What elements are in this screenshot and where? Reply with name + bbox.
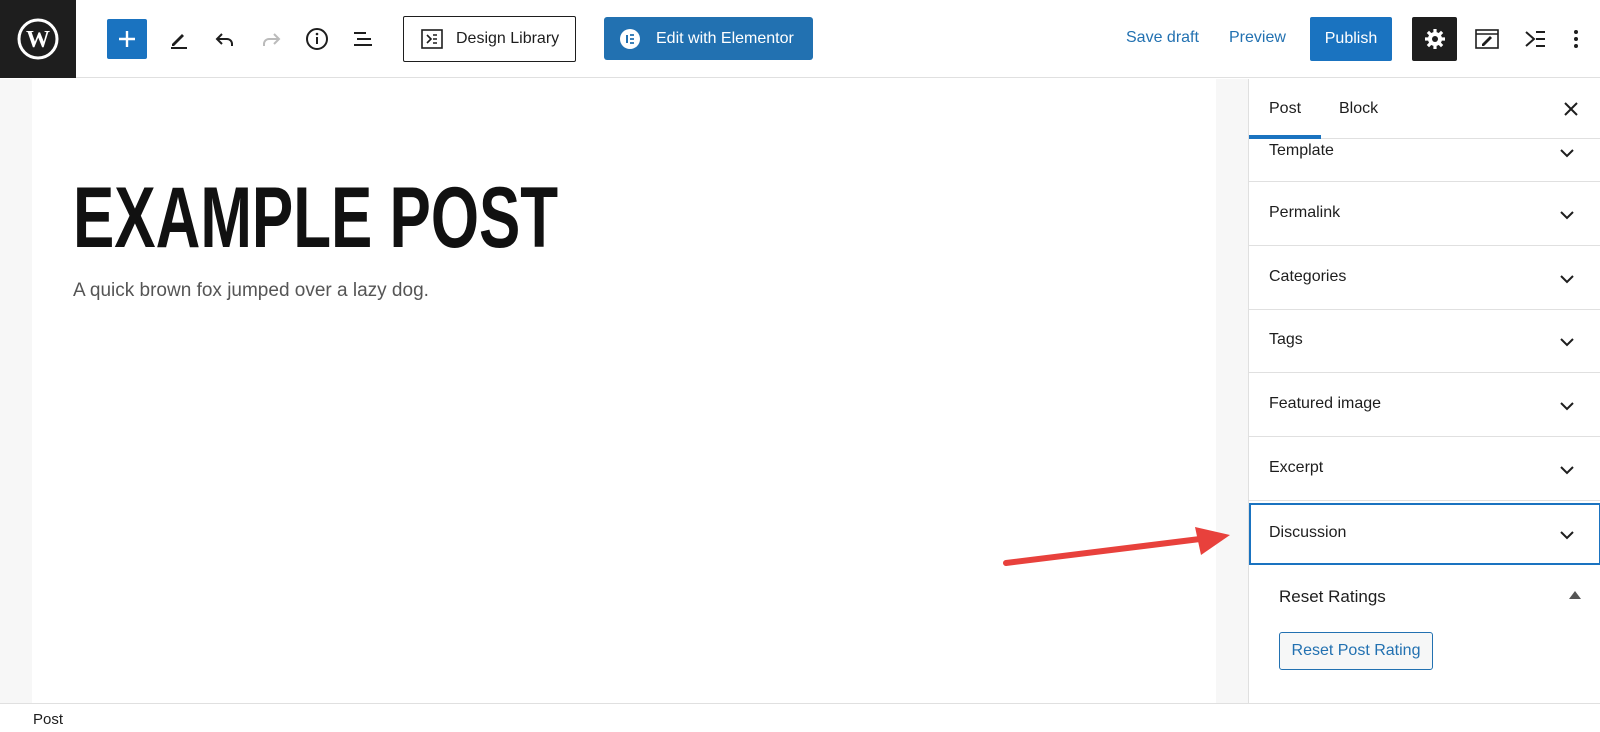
close-icon[interactable] xyxy=(1559,97,1583,121)
chevron-down-icon xyxy=(1560,211,1574,220)
design-library-button[interactable]: Design Library xyxy=(403,16,576,62)
editor-footer: Post xyxy=(0,703,1600,732)
tab-block[interactable]: Block xyxy=(1339,100,1378,118)
chevron-down-icon xyxy=(1560,402,1574,411)
edit-pencil-icon[interactable] xyxy=(159,19,199,59)
edit-with-elementor-button[interactable]: Edit with Elementor xyxy=(604,17,813,60)
chevron-down-icon xyxy=(1560,466,1574,475)
redo-icon[interactable] xyxy=(251,19,291,59)
elementor-icon xyxy=(620,28,640,49)
info-icon[interactable] xyxy=(297,19,337,59)
panel-label: Featured image xyxy=(1269,395,1382,412)
panel-label: Categories xyxy=(1269,268,1347,285)
wordpress-logo-icon[interactable]: W xyxy=(0,0,76,78)
notes-icon[interactable] xyxy=(1473,25,1501,53)
panel-categories[interactable]: Categories xyxy=(1249,246,1600,310)
preview-button[interactable]: Preview xyxy=(1229,29,1286,47)
tab-post[interactable]: Post xyxy=(1269,100,1301,118)
panel-label: Excerpt xyxy=(1269,459,1324,476)
chevron-down-icon xyxy=(1560,338,1574,347)
elementor-kit-icon[interactable] xyxy=(1521,25,1549,53)
add-block-button[interactable] xyxy=(107,19,147,59)
panel-template[interactable]: Template xyxy=(1249,139,1600,182)
sidebar-tabs: Post Block xyxy=(1249,79,1600,139)
list-view-icon[interactable] xyxy=(343,19,383,59)
panel-label: Template xyxy=(1269,142,1334,159)
save-draft-button[interactable]: Save draft xyxy=(1126,29,1199,47)
panel-excerpt[interactable]: Excerpt xyxy=(1249,437,1600,501)
panel-permalink[interactable]: Permalink xyxy=(1249,182,1600,246)
design-library-icon xyxy=(421,29,443,49)
post-title[interactable]: EXAMPLE POST xyxy=(73,175,558,261)
reset-post-rating-button[interactable]: Reset Post Rating xyxy=(1279,632,1433,670)
panel-tags[interactable]: Tags xyxy=(1249,310,1600,373)
publish-button[interactable]: Publish xyxy=(1310,17,1392,61)
reset-ratings-heading: Reset Ratings xyxy=(1279,587,1386,606)
panel-featured-image[interactable]: Featured image xyxy=(1249,373,1600,437)
editor-top-bar: W Design Library Edit with Elementor Sav… xyxy=(0,0,1600,78)
post-paragraph[interactable]: A quick brown fox jumped over a lazy dog… xyxy=(73,280,429,302)
settings-sidebar: Post Block Template Permalink Categories… xyxy=(1248,79,1600,703)
panel-discussion[interactable]: Discussion xyxy=(1249,503,1600,565)
panel-label: Permalink xyxy=(1269,204,1341,221)
collapse-caret-icon[interactable] xyxy=(1569,591,1581,599)
chevron-down-icon xyxy=(1560,275,1574,284)
more-options-icon[interactable] xyxy=(1562,25,1590,53)
breadcrumb[interactable]: Post xyxy=(33,711,63,728)
design-library-label: Design Library xyxy=(456,30,560,47)
edit-with-elementor-label: Edit with Elementor xyxy=(656,29,794,47)
svg-text:W: W xyxy=(26,27,50,53)
undo-icon[interactable] xyxy=(205,19,245,59)
panel-label: Discussion xyxy=(1269,524,1347,541)
annotation-arrow-icon xyxy=(1003,527,1230,566)
panel-label: Tags xyxy=(1269,331,1303,348)
settings-gear-icon[interactable] xyxy=(1412,17,1457,61)
chevron-down-icon xyxy=(1560,149,1574,158)
chevron-down-icon xyxy=(1560,531,1574,540)
